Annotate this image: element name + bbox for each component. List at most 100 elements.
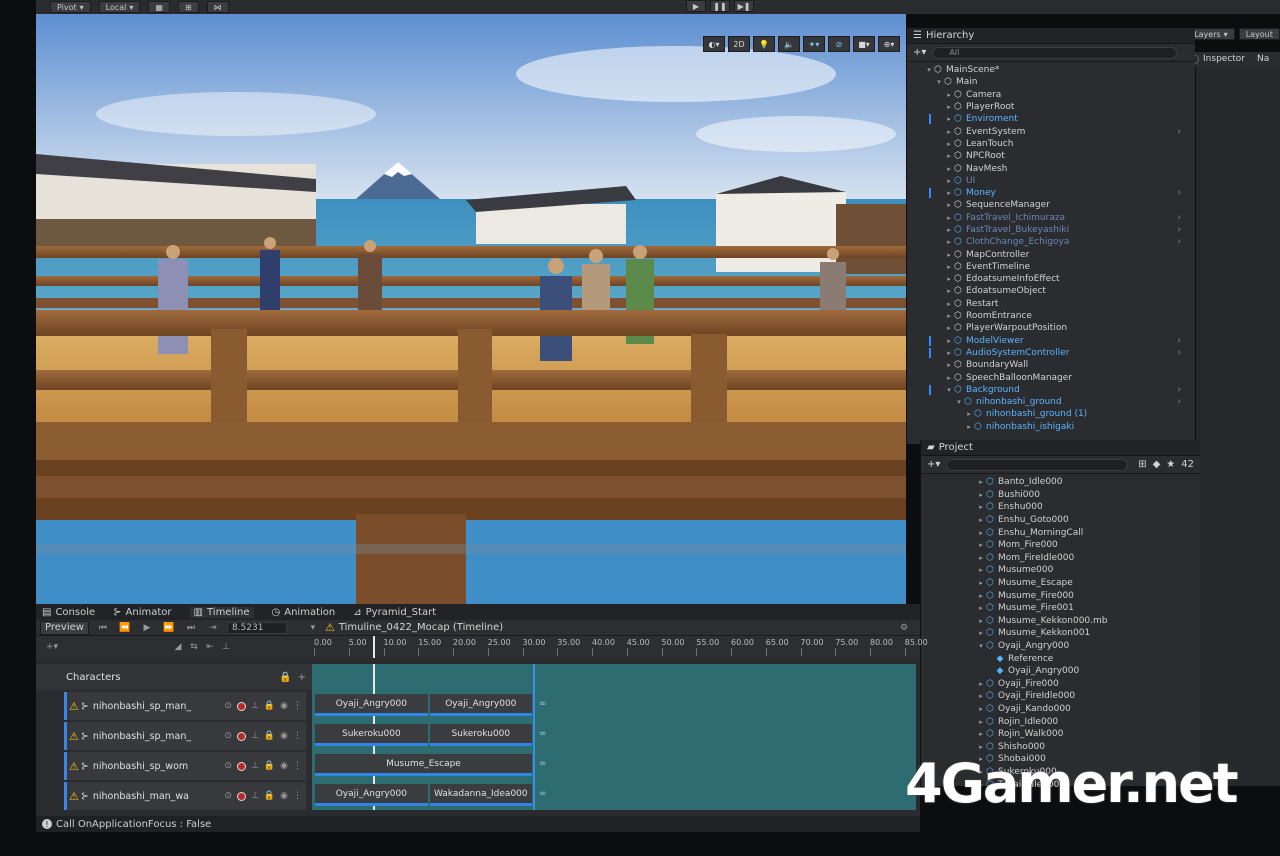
expand-arrow-icon[interactable]: ▸ (977, 705, 985, 713)
gizmos-button[interactable]: ⊕▾ (878, 36, 900, 52)
expand-arrow-icon[interactable]: ▸ (977, 529, 985, 537)
project-item[interactable]: ▸ ⬡ Rojin_Walk000 (921, 728, 1200, 741)
pivot-dropdown[interactable]: Pivot ▾ (50, 1, 91, 13)
hierarchy-item[interactable]: ▾ ⬡ nihonbashi_ground › (907, 396, 1195, 408)
eye-icon[interactable]: ◉ (280, 761, 288, 771)
record-button[interactable] (237, 791, 247, 801)
loop-icon[interactable]: ⇥ (205, 623, 221, 633)
animation-clip[interactable]: Oyaji_Angry000 (315, 694, 428, 716)
more-icon[interactable]: ⋮ (293, 791, 302, 801)
record-button[interactable] (237, 761, 247, 771)
lock-icon[interactable]: 🔒 (264, 791, 275, 801)
expand-arrow-icon[interactable]: ▾ (945, 386, 953, 394)
project-item[interactable]: ▸ ⬡ Musume_Fire000 (921, 589, 1200, 602)
lock-icon[interactable]: 🔒 (264, 701, 275, 711)
eye-icon[interactable]: ◉ (280, 731, 288, 741)
expand-arrow-icon[interactable]: ▸ (945, 275, 953, 283)
hierarchy-item[interactable]: ▸ ⬡ nihonbashi_ishigaki (907, 421, 1195, 433)
hierarchy-item[interactable]: ▸ ⬡ NavMesh (907, 162, 1195, 174)
animation-clip[interactable]: Sukeroku000 (429, 724, 532, 746)
settings-icon[interactable]: ⚙ (896, 623, 912, 633)
ripple-icon[interactable]: ◢ (170, 642, 186, 652)
expand-arrow-icon[interactable]: ▸ (945, 251, 953, 259)
expand-arrow-icon[interactable]: ▸ (945, 189, 953, 197)
expand-arrow-icon[interactable]: ▸ (977, 730, 985, 738)
hierarchy-item[interactable]: ▸ ⬡ LeanTouch (907, 138, 1195, 150)
tab-pyramid-start[interactable]: ⊿ Pyramid_Start (353, 607, 436, 618)
record-button[interactable] (237, 701, 247, 711)
hierarchy-item[interactable]: ▸ ⬡ nihonbashi_ground (1) (907, 408, 1195, 420)
expand-arrow-icon[interactable]: ▸ (945, 91, 953, 99)
animation-clip[interactable]: Musume_Escape (315, 754, 532, 776)
hierarchy-item[interactable]: ▸ ⬡ SequenceManager (907, 199, 1195, 211)
expand-arrow-icon[interactable]: ▸ (965, 410, 973, 418)
project-item[interactable]: ▸ ⬡ Musume_Escape (921, 577, 1200, 590)
project-item[interactable]: ▸ ⬡ Enshu000 (921, 501, 1200, 514)
tab-animation[interactable]: ◷ Animation (272, 607, 336, 618)
animation-clip[interactable]: Sukeroku000 (315, 724, 428, 746)
animation-track-header[interactable]: ⚠ ⊱ nihonbashi_man_wa ⊙ ⊥ 🔒 ◉ ⋮ (64, 782, 306, 810)
eye-icon[interactable]: ◉ (280, 701, 288, 711)
expand-arrow-icon[interactable]: ▸ (977, 692, 985, 700)
hierarchy-item[interactable]: ▸ ⬡ BoundaryWall (907, 359, 1195, 371)
go-to-end-icon[interactable]: ⏭ (183, 623, 199, 633)
lock-icon[interactable]: 🔒 (279, 672, 291, 683)
eye-icon[interactable]: ◉ (280, 791, 288, 801)
hierarchy-item[interactable]: ▸ ⬡ ClothChange_Echigoya › (907, 236, 1195, 248)
project-search-input[interactable] (946, 458, 1129, 471)
animation-clip[interactable]: Oyaji_Angry000 (429, 694, 532, 716)
expand-arrow-icon[interactable]: ▸ (945, 115, 953, 123)
chevron-right-icon[interactable]: › (1177, 397, 1181, 407)
animation-track-header[interactable]: ⚠ ⊱ nihonbashi_sp_wom ⊙ ⊥ 🔒 ◉ ⋮ (64, 752, 306, 780)
expand-arrow-icon[interactable]: ▸ (945, 165, 953, 173)
pause-button[interactable]: ❚❚ (710, 0, 730, 12)
hierarchy-search-input[interactable]: All (932, 46, 1177, 59)
target-icon[interactable]: ⊙ (225, 731, 233, 741)
hierarchy-item[interactable]: ▸ ⬡ SpeechBalloonManager (907, 371, 1195, 383)
expand-arrow-icon[interactable]: ▾ (935, 78, 943, 86)
chevron-right-icon[interactable]: › (1177, 237, 1181, 247)
draw-mode-button[interactable]: ◐▾ (703, 36, 725, 52)
expand-arrow-icon[interactable]: ▾ (977, 642, 985, 650)
hierarchy-item[interactable]: ▸ ⬡ NPCRoot (907, 150, 1195, 162)
project-item[interactable]: ▸ ⬡ Oyaji_Kando000 (921, 703, 1200, 716)
local-dropdown[interactable]: Local ▾ (98, 1, 141, 13)
playhead-head[interactable] (373, 636, 376, 658)
tab-console[interactable]: ▤ Console (42, 607, 95, 618)
expand-arrow-icon[interactable]: ▸ (977, 617, 985, 625)
project-item[interactable]: ◆ Reference (921, 652, 1200, 665)
chevron-right-icon[interactable]: › (1177, 127, 1181, 137)
expand-arrow-icon[interactable]: ▸ (977, 541, 985, 549)
project-item[interactable]: ▸ ⬡ Rojin_Idle000 (921, 715, 1200, 728)
hierarchy-item[interactable]: ▾ ⬡ MainScene* (907, 64, 1195, 76)
project-item[interactable]: ▸ ⬡ Musume_Kekkon000.mb (921, 615, 1200, 628)
add-icon[interactable]: + (298, 672, 306, 683)
expand-arrow-icon[interactable]: ▸ (945, 287, 953, 295)
lock-icon[interactable]: 🔒 (264, 761, 275, 771)
hierarchy-item[interactable]: ▸ ⬡ EdoatsumeObject (907, 285, 1195, 297)
more-icon[interactable]: ⋮ (293, 761, 302, 771)
hierarchy-item[interactable]: ▸ ⬡ Restart (907, 298, 1195, 310)
expand-arrow-icon[interactable]: ▸ (977, 478, 985, 486)
effects-toggle-button[interactable]: ✦▾ (803, 36, 825, 52)
hierarchy-item[interactable]: ▸ ⬡ Enviroment (907, 113, 1195, 125)
layout-dropdown[interactable]: Layout (1238, 28, 1280, 40)
expand-arrow-icon[interactable]: ▸ (977, 743, 985, 751)
visibility-toggle-button[interactable]: ⊘ (828, 36, 850, 52)
expand-arrow-icon[interactable]: ▾ (955, 398, 963, 406)
chevron-right-icon[interactable]: › (1177, 336, 1181, 346)
hierarchy-item[interactable]: ▸ ⬡ Money › (907, 187, 1195, 199)
increment-snap-button[interactable]: ⊞ (177, 1, 199, 13)
hierarchy-item[interactable]: ▸ ⬡ RoomEntrance (907, 310, 1195, 322)
camera-settings-button[interactable]: ■▾ (853, 36, 875, 52)
lock-icon[interactable]: 🔒 (264, 731, 275, 741)
expand-arrow-icon[interactable]: ▸ (945, 312, 953, 320)
more-icon[interactable]: ⋮ (293, 701, 302, 711)
expand-arrow-icon[interactable]: ▸ (945, 128, 953, 136)
project-item[interactable]: ▾ ⬡ Oyaji_Angry000 (921, 640, 1200, 653)
chevron-right-icon[interactable]: › (1177, 385, 1181, 395)
hierarchy-item[interactable]: ▸ ⬡ PlayerRoot (907, 101, 1195, 113)
expand-arrow-icon[interactable]: ▸ (977, 592, 985, 600)
2d-toggle-button[interactable]: 2D (728, 36, 750, 52)
add-icon[interactable]: +▾ (927, 459, 940, 470)
